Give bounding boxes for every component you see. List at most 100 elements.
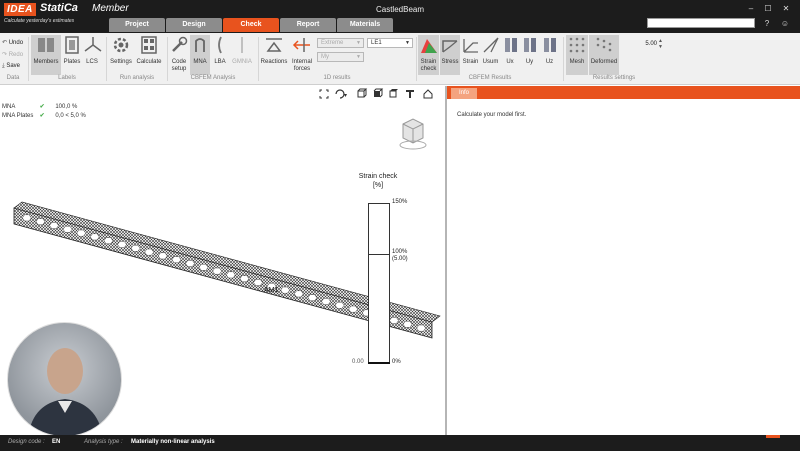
viewport-toolbar: ▾ xyxy=(318,88,436,100)
view-front-icon[interactable] xyxy=(373,88,384,98)
analysis-type-value: Materially non-linear analysis xyxy=(131,439,215,445)
ribbon: ↶ Undo ↷ Redo ⤓ Save Data Members Plates… xyxy=(0,33,800,85)
internal-forces-icon xyxy=(292,38,310,52)
check-value: 100,0 % xyxy=(55,104,78,110)
gear-icon xyxy=(113,37,129,53)
design-code-value: EN xyxy=(52,439,61,445)
web-opening xyxy=(117,241,127,248)
feedback-icon[interactable]: ☺ xyxy=(779,18,791,30)
stress-icon xyxy=(442,40,458,53)
internal-force-component-select[interactable]: My ▼ xyxy=(317,52,364,62)
tab-report[interactable]: Report xyxy=(280,18,336,32)
presenter-silhouette-icon xyxy=(28,348,103,436)
strain-button[interactable]: Strain xyxy=(461,35,480,75)
tab-materials[interactable]: Materials xyxy=(337,18,393,32)
ux-label: Ux xyxy=(506,59,514,65)
navigation-cube-icon[interactable] xyxy=(395,114,429,154)
deformed-button[interactable]: Deformed xyxy=(589,35,619,75)
lcs-axes-icon xyxy=(84,37,102,52)
logo-tagline: Calculate yesterday's estimates xyxy=(4,18,75,24)
uy-button[interactable]: Uy xyxy=(520,35,539,75)
code-setup-button[interactable]: Code setup xyxy=(169,35,189,75)
tab-design[interactable]: Design xyxy=(166,18,222,32)
reactions-button[interactable]: Reactions xyxy=(260,35,288,75)
extremes-value: Extreme xyxy=(321,40,344,46)
mna-button[interactable]: MNA xyxy=(190,35,210,75)
gmnia-button[interactable]: GMNIA xyxy=(230,35,254,75)
search-input[interactable] xyxy=(647,18,755,28)
tab-info[interactable]: Info xyxy=(451,88,477,99)
web-opening xyxy=(307,294,318,302)
info-panel: Info Calculate your model first. xyxy=(447,86,800,435)
legend-top-label: 150% xyxy=(392,199,408,205)
chevron-down-icon: ▼ xyxy=(405,40,410,46)
redo-button[interactable]: ↷ Redo xyxy=(2,51,23,58)
presenter-webcam xyxy=(7,322,122,437)
web-opening xyxy=(89,233,100,241)
web-opening xyxy=(130,244,141,252)
undo-label: Undo xyxy=(8,40,24,46)
deformation-scale-input[interactable]: 5.00 xyxy=(622,39,657,49)
member-label: AM1 xyxy=(264,287,279,294)
mesh-button[interactable]: Mesh xyxy=(566,35,588,75)
save-icon: ⤓ xyxy=(2,63,5,69)
web-opening xyxy=(198,263,209,271)
usum-button[interactable]: Usum xyxy=(481,35,500,75)
web-opening xyxy=(49,222,59,229)
stress-button[interactable]: Stress xyxy=(440,35,460,75)
settings-button[interactable]: Settings xyxy=(109,35,133,75)
save-button[interactable]: ⤓ Save xyxy=(2,63,20,70)
load-case-value: LE1 xyxy=(371,40,382,46)
view-3d-icon[interactable] xyxy=(357,88,368,98)
ux-button[interactable]: Ux xyxy=(501,35,519,75)
redo-label: Redo xyxy=(8,52,24,58)
group-label-cbfem-results: CBFEM Results xyxy=(468,75,512,81)
undo-button[interactable]: ↶ Undo xyxy=(2,39,23,46)
legend-mid-label: 100% xyxy=(392,249,408,255)
web-opening xyxy=(103,237,114,245)
check-name: MNA xyxy=(2,104,16,110)
zoom-extents-icon[interactable] xyxy=(319,89,329,99)
maximize-button[interactable]: ☐ xyxy=(762,4,774,14)
group-label-results-settings: Results settings xyxy=(592,75,636,81)
plates-icon xyxy=(65,36,79,54)
tab-check[interactable]: Check xyxy=(223,18,279,32)
plates-button[interactable]: Plates xyxy=(62,35,82,75)
scale-stepper[interactable]: ▲ ▼ xyxy=(658,38,663,50)
deformed-icon xyxy=(596,37,612,52)
web-opening xyxy=(239,275,250,283)
svg-text:▾: ▾ xyxy=(344,93,347,99)
web-opening xyxy=(144,248,155,256)
close-button[interactable]: ✕ xyxy=(780,4,792,14)
analysis-type-label: Analysis type : xyxy=(84,439,123,445)
rotate-icon[interactable]: ▾ xyxy=(335,89,347,99)
design-code-label: Design code : xyxy=(8,439,45,445)
web-opening xyxy=(293,290,304,298)
web-opening xyxy=(185,260,195,267)
group-label-cbfem-analysis: CBFEM Analysis xyxy=(190,75,236,81)
lcs-button[interactable]: LCS xyxy=(83,35,102,75)
view-side-icon[interactable] xyxy=(406,90,414,98)
web-opening xyxy=(171,256,182,264)
lba-button[interactable]: LBA xyxy=(211,35,229,75)
title-bar: IDEA StatiCa Member Calculate yesterday'… xyxy=(0,0,800,33)
view-top-icon[interactable] xyxy=(389,89,398,98)
legend-zero-marker xyxy=(368,362,390,364)
home-icon[interactable] xyxy=(423,89,433,99)
save-label: Save xyxy=(6,63,21,69)
members-button[interactable]: Members xyxy=(31,35,61,75)
legend-bottom-label: 0% xyxy=(392,359,401,365)
uz-button[interactable]: Uz xyxy=(540,35,559,75)
chevron-down-icon: ▼ xyxy=(356,40,361,46)
calculate-button[interactable]: Calculate xyxy=(135,35,163,75)
undo-icon: ↶ xyxy=(2,40,8,46)
internal-forces-button[interactable]: Internal forces xyxy=(289,35,315,75)
load-case-select[interactable]: LE1 ▼ xyxy=(367,38,413,48)
extremes-select[interactable]: Extreme ▼ xyxy=(317,38,364,48)
tab-project[interactable]: Project xyxy=(109,18,165,32)
lba-label: LBA xyxy=(214,59,226,65)
help-icon[interactable]: ? xyxy=(761,18,773,30)
legend-bottom-left-label: 0.00 xyxy=(352,359,364,365)
strain-check-button[interactable]: Strain check xyxy=(418,35,439,75)
minimize-button[interactable]: – xyxy=(745,4,757,14)
